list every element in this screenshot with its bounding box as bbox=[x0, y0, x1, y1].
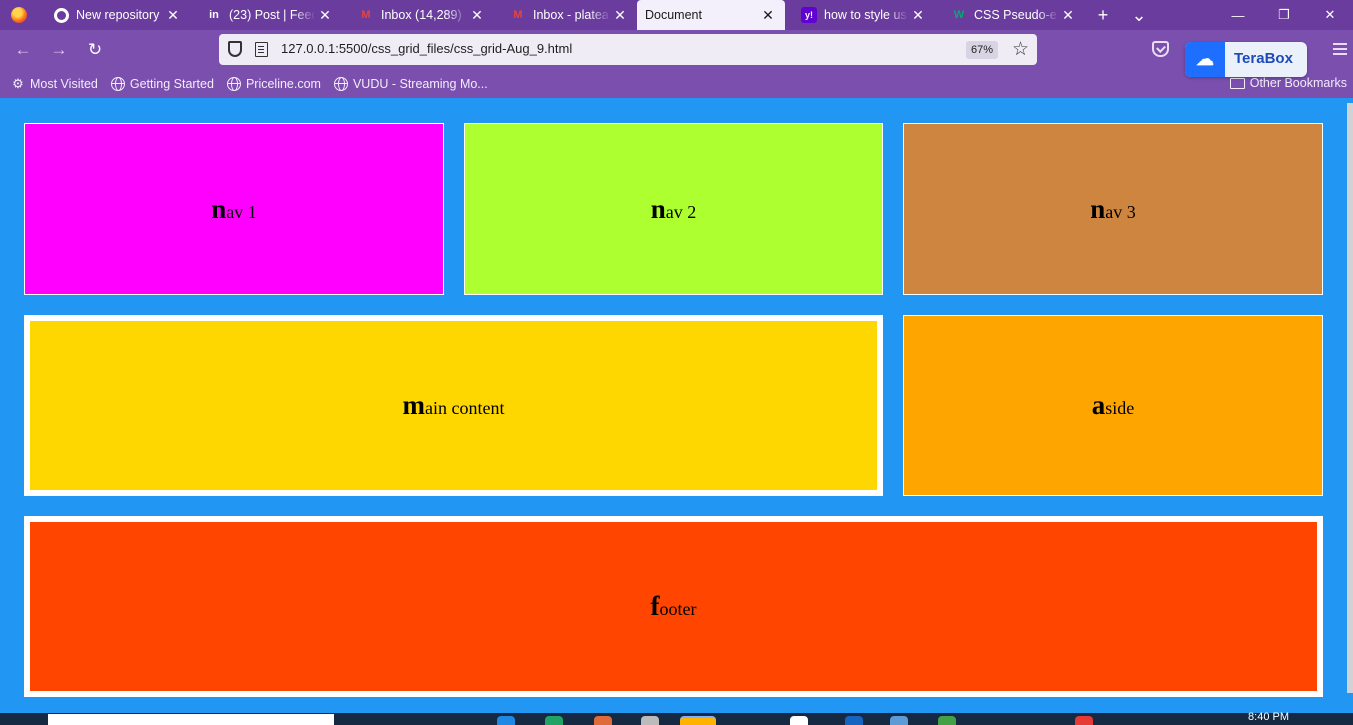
tab-list-button[interactable]: ⌄ bbox=[1121, 0, 1157, 30]
close-tab-icon[interactable]: ✕ bbox=[761, 7, 775, 23]
os-taskbar: 8:40 PM bbox=[0, 711, 1353, 725]
nav-1-box: n av 1 bbox=[24, 123, 444, 295]
files-taskbar-icon[interactable] bbox=[641, 716, 659, 725]
app-taskbar-icon-2[interactable] bbox=[938, 716, 956, 725]
new-tab-button[interactable]: + bbox=[1085, 0, 1121, 30]
close-tab-icon[interactable]: ✕ bbox=[318, 7, 332, 23]
nav-3-box: n av 3 bbox=[903, 123, 1323, 295]
bookmark-star-icon[interactable]: ☆ bbox=[1012, 38, 1029, 61]
close-tab-icon[interactable]: ✕ bbox=[1061, 7, 1075, 23]
navigation-toolbar: ← → ↻ 127.0.0.1:5500/css_grid_files/css_… bbox=[0, 30, 1353, 77]
tab-new-repository[interactable]: New repository ✕ bbox=[38, 0, 190, 30]
url-text[interactable]: 127.0.0.1:5500/css_grid_files/css_grid-A… bbox=[281, 41, 572, 56]
terabox-label: TeraBox bbox=[1234, 50, 1293, 67]
window-controls: — ❐ ✕ bbox=[1215, 0, 1353, 30]
w3schools-icon: W bbox=[953, 9, 965, 21]
close-window-button[interactable]: ✕ bbox=[1307, 0, 1353, 30]
gmail-icon: M bbox=[513, 9, 523, 21]
address-bar[interactable]: 127.0.0.1:5500/css_grid_files/css_grid-A… bbox=[219, 34, 1037, 65]
tracking-protection-icon[interactable] bbox=[228, 41, 242, 57]
other-bookmarks[interactable]: Other Bookmarks bbox=[1229, 76, 1347, 90]
tab-css-pseudo[interactable]: W CSS Pseudo-elements ✕ bbox=[935, 0, 1085, 30]
bookmark-getting-started[interactable]: Getting Started bbox=[110, 77, 214, 91]
close-tab-icon[interactable]: ✕ bbox=[470, 7, 484, 23]
tab-inbox-spam[interactable]: M Inbox (14,289) - spam ✕ bbox=[342, 0, 494, 30]
firefox-taskbar-icon[interactable] bbox=[680, 716, 716, 725]
bookmark-vudu[interactable]: VUDU - Streaming Mo... bbox=[333, 77, 488, 91]
github-icon bbox=[54, 7, 69, 23]
close-tab-icon[interactable]: ✕ bbox=[613, 7, 627, 23]
bookmark-most-visited[interactable]: ⚙ Most Visited bbox=[11, 76, 98, 91]
taskbar-clock[interactable]: 8:40 PM bbox=[1248, 711, 1289, 723]
zoom-level-badge[interactable]: 67% bbox=[966, 41, 999, 59]
globe-icon bbox=[333, 77, 348, 91]
app-taskbar-icon[interactable] bbox=[890, 716, 908, 725]
bookmark-priceline[interactable]: Priceline.com bbox=[226, 77, 321, 91]
tab-linkedin[interactable]: in (23) Post | Feed | LinkedIn ✕ bbox=[190, 0, 342, 30]
minimize-button[interactable]: — bbox=[1215, 0, 1261, 30]
reload-button[interactable]: ↻ bbox=[83, 38, 107, 62]
bookmarks-toolbar: ⚙ Most Visited Getting Started Priceline… bbox=[0, 70, 1353, 98]
folder-icon bbox=[1229, 77, 1245, 89]
globe-icon bbox=[226, 77, 241, 91]
firefox-menu-icon[interactable] bbox=[0, 0, 38, 30]
tab-strip: New repository ✕ in (23) Post | Feed | L… bbox=[0, 0, 1353, 30]
taskbar-search-box[interactable] bbox=[48, 714, 334, 725]
terabox-extension-popup[interactable]: ☁ TeraBox bbox=[1185, 42, 1307, 77]
linkedin-icon: in bbox=[209, 9, 219, 21]
yahoo-icon: y! bbox=[801, 7, 817, 23]
tab-yahoo-search[interactable]: y! how to style using ✕ bbox=[785, 0, 935, 30]
globe-icon bbox=[110, 77, 125, 91]
vscode-taskbar-icon[interactable] bbox=[845, 716, 863, 725]
gear-icon: ⚙ bbox=[12, 76, 24, 91]
page-grid-container: n av 1 n av 2 n av 3 m ain content a side f oo… bbox=[4, 103, 1343, 713]
nav-2-box: n av 2 bbox=[464, 123, 883, 295]
page-info-icon[interactable] bbox=[255, 42, 268, 57]
excel-taskbar-icon[interactable] bbox=[545, 716, 563, 725]
main-content-box: m ain content bbox=[24, 315, 883, 496]
page-scrollbar[interactable] bbox=[1347, 103, 1353, 693]
restore-button[interactable]: ❐ bbox=[1261, 0, 1307, 30]
pocket-icon[interactable] bbox=[1152, 41, 1169, 57]
powerpoint-taskbar-icon[interactable] bbox=[594, 716, 612, 725]
footer-box: f ooter bbox=[24, 516, 1323, 697]
terabox-cloud-icon: ☁ bbox=[1185, 42, 1225, 77]
app-taskbar-icon-3[interactable] bbox=[1075, 716, 1093, 725]
close-tab-icon[interactable]: ✕ bbox=[166, 7, 180, 23]
app-menu-icon[interactable] bbox=[1333, 43, 1347, 45]
back-button[interactable]: ← bbox=[11, 38, 35, 62]
tab-inbox-plateausta[interactable]: M Inbox - plateausta ✕ bbox=[494, 0, 637, 30]
close-tab-icon[interactable]: ✕ bbox=[911, 7, 925, 23]
chrome-taskbar-icon[interactable] bbox=[790, 716, 808, 725]
aside-box: a side bbox=[903, 315, 1323, 496]
tab-document[interactable]: Document ✕ bbox=[637, 0, 785, 30]
edge-taskbar-icon[interactable] bbox=[497, 716, 515, 725]
gmail-icon: M bbox=[361, 9, 371, 21]
forward-button[interactable]: → bbox=[47, 38, 71, 62]
